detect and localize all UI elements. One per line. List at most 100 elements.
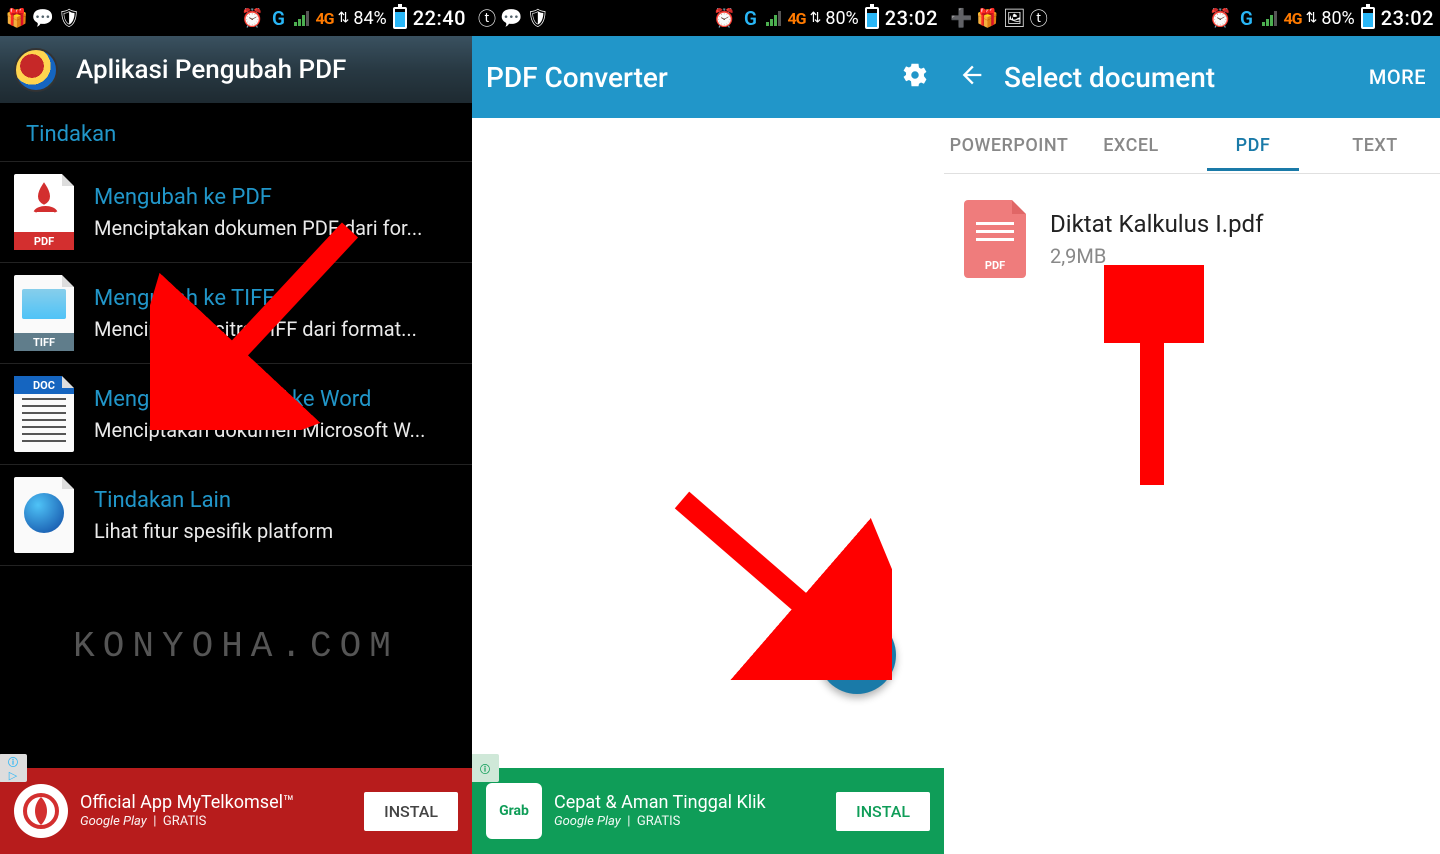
settings-button[interactable] (900, 60, 930, 94)
app-title: PDF Converter (486, 61, 882, 94)
action-title: Mengubah dari PDF ke Word (94, 387, 458, 412)
file-name: Diktat Kalkulus I.pdf (1050, 210, 1263, 238)
network-4g-icon: 4G (316, 9, 334, 28)
clock: 23:02 (885, 6, 938, 30)
chat-icon: 💬 (500, 8, 522, 29)
ad-price: GRATIS (163, 814, 207, 829)
tabs: POWERPOINTEXCELPDFTEXT (944, 118, 1440, 174)
action-item[interactable]: DOC Mengubah dari PDF ke Word Menciptakan … (0, 364, 472, 465)
updown-icon: ⇅ (810, 10, 822, 26)
gift-icon: 🎁 (6, 7, 28, 29)
clock: 22:40 (413, 6, 466, 30)
file-badge: TIFF (14, 333, 74, 351)
network-g-icon: G (1236, 7, 1258, 29)
signal-bars-icon (1262, 10, 1280, 26)
file-type-icon: TIFF (14, 275, 74, 351)
image-icon: 🖼 (1003, 8, 1026, 29)
ad-headline: Cepat & Aman Tinggal Klik (554, 791, 824, 814)
tab-text[interactable]: TEXT (1314, 121, 1436, 170)
network-g-icon: G (740, 7, 762, 29)
back-button[interactable] (958, 61, 986, 93)
panel-select-document: ➕ 🎁 🖼 ⓣ ⏰ G 4G ⇅ 80% 23:02 Select docume… (944, 0, 1440, 854)
alarm-icon: ⏰ (242, 7, 264, 29)
ad-brand: Grab (499, 803, 529, 819)
network-4g-icon: 4G (788, 9, 806, 28)
ad-text: Cepat & Aman Tinggal Klik Google Play | … (554, 791, 824, 831)
file-type-icon (14, 477, 74, 553)
action-subtitle: Menciptakan dokumen PDF dari for... (94, 216, 458, 240)
action-subtitle: Menciptakan citra TIFF dari format... (94, 317, 458, 341)
ad-logo-icon: Grab (486, 783, 542, 839)
ad-badge-icon[interactable]: ⓘ (472, 754, 499, 782)
statusbar: ⓣ 💬 🛡 ⏰ G 4G ⇅ 80% 23:02 (472, 0, 944, 36)
ad-price: GRATIS (637, 814, 681, 829)
file-badge: DOC (14, 376, 74, 394)
action-list: PDF Mengubah ke PDF Menciptakan dokumen PD… (0, 162, 472, 566)
ad-store: Google Play (554, 814, 621, 829)
battery-percent: 80% (1321, 8, 1354, 29)
file-size: 2,9MB (1050, 244, 1263, 268)
battery-icon (393, 7, 407, 29)
updown-icon: ⇅ (1306, 10, 1318, 26)
alarm-icon: ⏰ (1209, 8, 1231, 29)
appbar: Select document MORE (944, 36, 1440, 118)
file-type-icon: DOC (14, 376, 74, 452)
action-item[interactable]: PDF Mengubah ke PDF Menciptakan dokumen PD… (0, 162, 472, 263)
tab-pdf[interactable]: PDF (1192, 121, 1314, 170)
alarm-icon: ⏰ (713, 8, 735, 29)
app-title: Aplikasi Pengubah PDF (76, 55, 458, 85)
statusbar: ➕ 🎁 🖼 ⓣ ⏰ G 4G ⇅ 80% 23:02 (944, 0, 1440, 36)
panel-pdf-converter: ⓣ 💬 🛡 ⏰ G 4G ⇅ 80% 23:02 PDF Converter +… (472, 0, 944, 854)
file-badge: PDF (14, 232, 74, 250)
tumblr-icon: ⓣ (1030, 5, 1048, 31)
panel-pdf-changer: 🎁 💬 🛡 ⏰ G 4G ⇅ 84% 22:40 Aplikasi Pengub… (0, 0, 472, 854)
signal-bars-icon (294, 10, 312, 26)
file-type-icon: PDF (14, 174, 74, 250)
appbar: PDF Converter (472, 36, 944, 118)
plus-box-icon: ➕ (950, 8, 972, 29)
annotation-arrow-icon (1104, 265, 1204, 505)
ad-headline: Official App MyTelkomsel™ (80, 791, 352, 814)
updown-icon: ⇅ (338, 10, 350, 26)
ad-text: Official App MyTelkomsel™ Google Play | … (80, 791, 352, 831)
ad-install-button[interactable]: INSTAL (836, 792, 930, 831)
battery-icon (865, 7, 879, 29)
appbar: Aplikasi Pengubah PDF (0, 36, 472, 104)
action-title: Tindakan Lain (94, 488, 458, 513)
gift-icon: 🎁 (976, 8, 998, 29)
ad-logo-icon (14, 784, 68, 838)
file-row[interactable]: PDF Diktat Kalkulus I.pdf 2,9MB (944, 174, 1440, 288)
action-title: Mengubah ke PDF (94, 185, 458, 210)
ad-banner[interactable]: ⓘ Grab Cepat & Aman Tinggal Klik Google … (472, 768, 944, 854)
battery-icon (1361, 7, 1375, 29)
action-item[interactable]: TIFF Mengubah ke TIFF Menciptakan citra TI… (0, 263, 472, 364)
action-title: Mengubah ke TIFF (94, 286, 458, 311)
action-item[interactable]: Tindakan Lain Lihat fitur spesifik platfo… (0, 465, 472, 566)
tab-excel[interactable]: EXCEL (1070, 121, 1192, 170)
app-logo-icon (14, 48, 58, 92)
watermark: KONYOHA.COM (0, 566, 472, 707)
action-subtitle: Menciptakan dokumen Microsoft W... (94, 418, 458, 442)
battery-percent: 84% (353, 8, 386, 29)
section-header: Tindakan (0, 104, 472, 162)
action-subtitle: Lihat fitur spesifik platform (94, 519, 458, 543)
ad-store: Google Play (80, 814, 147, 829)
ad-banner[interactable]: ⓘ ▷ Official App MyTelkomsel™ Google Pla… (0, 768, 472, 854)
statusbar: 🎁 💬 🛡 ⏰ G 4G ⇅ 84% 22:40 (0, 0, 472, 36)
shield-icon: 🛡 (526, 8, 549, 29)
tumblr-icon: ⓣ (478, 5, 496, 31)
tab-powerpoint[interactable]: POWERPOINT (948, 121, 1070, 170)
plus-icon: + (847, 634, 867, 676)
signal-bars-icon (766, 10, 784, 26)
battery-percent: 80% (825, 8, 858, 29)
clock: 23:02 (1381, 6, 1434, 30)
chat-icon: 💬 (32, 7, 54, 29)
network-4g-icon: 4G (1284, 9, 1302, 28)
app-title: Select document (1004, 61, 1351, 94)
more-button[interactable]: MORE (1369, 65, 1426, 89)
add-fab-button[interactable]: + (818, 616, 896, 694)
pdf-file-icon: PDF (964, 200, 1026, 278)
ad-install-button[interactable]: INSTAL (364, 792, 458, 831)
ad-badge-icon[interactable]: ⓘ ▷ (0, 754, 27, 782)
shield-icon: 🛡 (58, 7, 80, 29)
